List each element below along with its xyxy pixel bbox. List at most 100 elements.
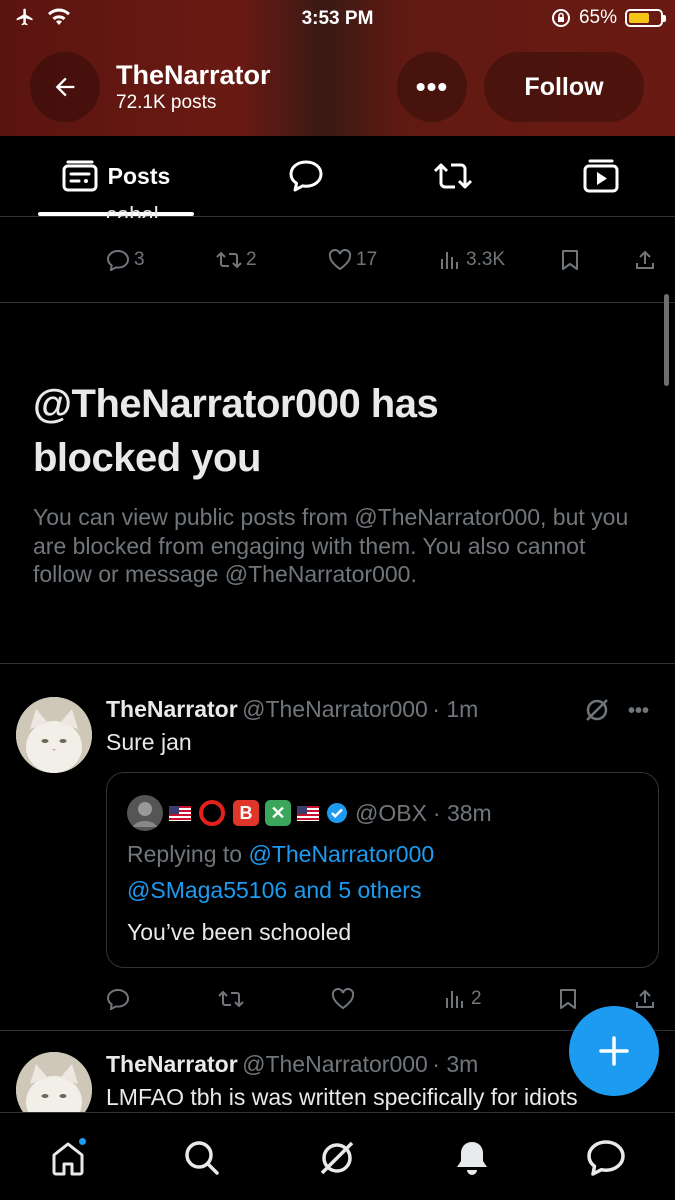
nav-notifications[interactable] bbox=[447, 1133, 497, 1183]
nav-search[interactable] bbox=[177, 1133, 227, 1183]
share-action[interactable] bbox=[634, 245, 656, 275]
back-button[interactable] bbox=[30, 52, 100, 122]
status-bar: 3:53 PM 65% bbox=[0, 0, 675, 40]
home-notification-dot bbox=[77, 1136, 88, 1147]
avatar[interactable] bbox=[16, 697, 92, 773]
tweet-time: · 3m bbox=[432, 1051, 479, 1077]
grok-tweet-button[interactable] bbox=[583, 696, 611, 729]
messages-icon bbox=[587, 1140, 625, 1176]
bookmark-action[interactable] bbox=[558, 984, 578, 1014]
nav-messages[interactable] bbox=[581, 1133, 631, 1183]
compose-button[interactable] bbox=[569, 1006, 659, 1096]
nav-grok[interactable] bbox=[312, 1133, 362, 1183]
reply-action[interactable] bbox=[106, 984, 130, 1014]
repost-action[interactable] bbox=[218, 984, 244, 1014]
author-name[interactable]: TheNarrator bbox=[106, 696, 238, 722]
repost-icon bbox=[216, 251, 242, 269]
views-icon bbox=[441, 252, 458, 269]
tweet-text: LMFAO tbh is was written specifically fo… bbox=[106, 1084, 578, 1110]
more-options-button[interactable]: ••• bbox=[397, 52, 467, 122]
profile-tabs: Posts bbox=[0, 136, 675, 216]
quoted-tweet[interactable]: B ✕ @OBX · 38m Replying to @TheNarrator0… bbox=[106, 772, 659, 968]
replying-to: Replying to @TheNarrator000 bbox=[127, 841, 434, 868]
bookmark-icon bbox=[562, 250, 578, 270]
like-action[interactable] bbox=[331, 984, 355, 1014]
quoted-tweet-text: You’ve been schooled bbox=[127, 919, 352, 945]
reply-icon bbox=[106, 249, 130, 271]
divider bbox=[0, 663, 675, 664]
tweet-header: TheNarrator @TheNarrator000 · 3m bbox=[106, 1051, 478, 1078]
us-flag-icon bbox=[297, 805, 319, 821]
author-handle[interactable]: @TheNarrator000 bbox=[242, 696, 428, 722]
repost-icon bbox=[218, 990, 244, 1008]
bookmark-icon bbox=[560, 989, 576, 1009]
blocked-description: You can view public posts from @TheNarra… bbox=[33, 504, 629, 587]
media-icon bbox=[583, 159, 619, 193]
bottom-nav bbox=[0, 1112, 675, 1200]
reply-icon bbox=[106, 988, 130, 1010]
plus-icon bbox=[599, 1036, 629, 1066]
grok-icon bbox=[586, 699, 608, 721]
tweet-actions: 2 bbox=[0, 984, 675, 1014]
orientation-lock-icon bbox=[551, 9, 570, 27]
verified-badge-icon bbox=[327, 803, 347, 823]
tab-reposts[interactable] bbox=[417, 136, 489, 216]
views-action[interactable]: 3.3K bbox=[440, 245, 505, 275]
grok-icon bbox=[320, 1141, 354, 1175]
quoted-time: · 38m bbox=[432, 799, 492, 826]
previous-tweet-actions: 3 2 17 3.3K bbox=[0, 245, 675, 275]
heart-icon bbox=[331, 988, 355, 1010]
notifications-icon bbox=[457, 1142, 487, 1175]
arrow-left-icon bbox=[55, 77, 75, 97]
profile-name: TheNarrator bbox=[116, 60, 271, 90]
repost-count: 2 bbox=[246, 249, 257, 270]
posts-icon bbox=[62, 160, 98, 192]
reply-action[interactable]: 3 bbox=[106, 245, 145, 275]
views-icon bbox=[446, 991, 463, 1008]
previous-tweet-text: cabal. bbox=[106, 204, 165, 218]
tweet-header: TheNarrator @TheNarrator000 · 1m bbox=[106, 696, 478, 723]
author-name[interactable]: TheNarrator bbox=[106, 1051, 238, 1077]
reply-count: 3 bbox=[134, 249, 145, 270]
like-action[interactable]: 17 bbox=[328, 245, 377, 275]
views-count: 2 bbox=[471, 988, 482, 1009]
share-action[interactable] bbox=[634, 984, 656, 1014]
search-icon bbox=[185, 1141, 219, 1175]
heart-icon bbox=[328, 249, 352, 271]
author-handle[interactable]: @TheNarrator000 bbox=[242, 1051, 428, 1077]
quoted-handle: @OBX bbox=[355, 799, 427, 826]
bookmark-action[interactable] bbox=[560, 245, 580, 275]
replying-to-mention[interactable]: @TheNarrator000 bbox=[248, 841, 434, 867]
cat-avatar-image bbox=[16, 697, 92, 773]
us-flag-icon bbox=[169, 805, 191, 821]
battery-percent: 65% bbox=[578, 7, 617, 28]
red-circle-icon bbox=[199, 800, 225, 826]
views-action[interactable]: 2 bbox=[445, 984, 482, 1014]
cross-mark-button-icon: ✕ bbox=[265, 800, 291, 826]
battery-icon bbox=[625, 9, 666, 27]
profile-post-count: 72.1K posts bbox=[116, 92, 217, 113]
replying-to-prefix: Replying to bbox=[127, 841, 249, 867]
tab-media[interactable] bbox=[565, 136, 637, 216]
tweet-time: · 1m bbox=[432, 696, 479, 722]
quoted-tweet-header: B ✕ @OBX · 38m bbox=[127, 795, 492, 831]
tweet-text: Sure jan bbox=[106, 729, 192, 755]
like-count: 17 bbox=[356, 249, 378, 270]
repost-action[interactable]: 2 bbox=[216, 245, 257, 275]
b-button-icon: B bbox=[233, 800, 259, 826]
quoted-avatar bbox=[127, 795, 163, 831]
tab-replies[interactable] bbox=[270, 136, 342, 216]
views-count: 3.3K bbox=[466, 249, 506, 270]
status-right: 65% bbox=[551, 7, 666, 29]
nav-home[interactable] bbox=[43, 1133, 93, 1183]
tweet-more-button[interactable]: ••• bbox=[628, 700, 649, 723]
divider bbox=[0, 302, 675, 303]
follow-button[interactable]: Follow bbox=[484, 52, 644, 122]
tabs-divider bbox=[0, 216, 675, 217]
replying-to-others[interactable]: @SMaga55106 and 5 others bbox=[127, 877, 421, 904]
scrollbar[interactable] bbox=[664, 294, 669, 386]
tab-posts-label: Posts bbox=[107, 162, 171, 189]
replies-icon bbox=[289, 160, 323, 192]
share-icon bbox=[636, 250, 654, 269]
blocked-title: @TheNarrator000 has blocked you bbox=[33, 382, 439, 480]
